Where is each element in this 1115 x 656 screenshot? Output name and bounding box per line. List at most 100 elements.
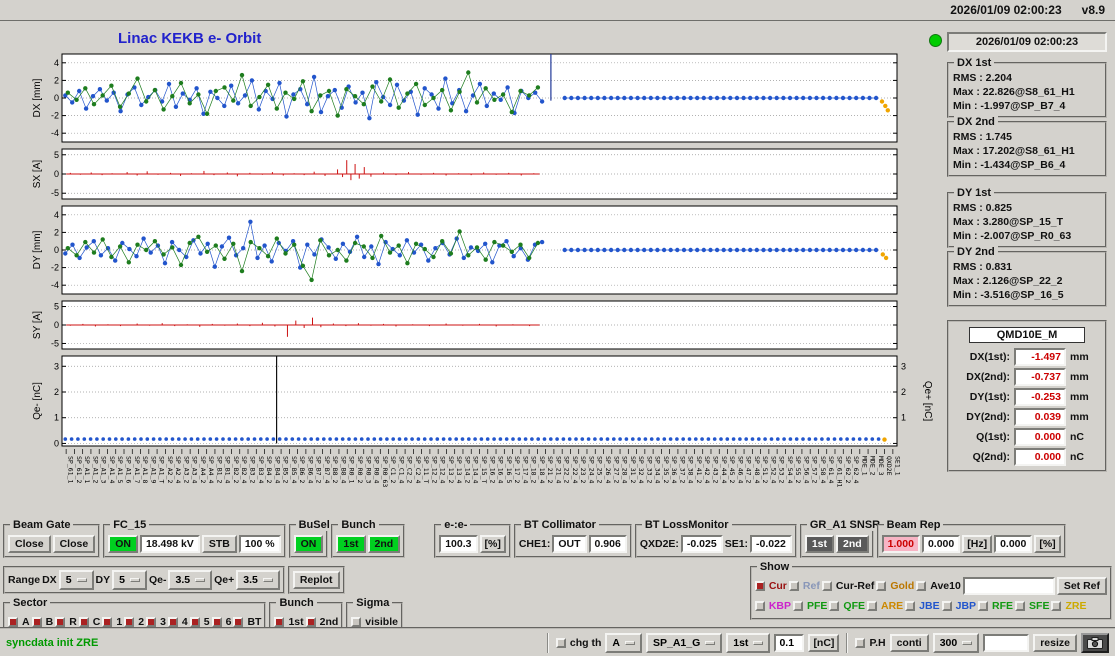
stat-group-dy-1st: DY 1st RMS : 0.825 Max : 3.280@SP_15_T Min … [947,187,1107,248]
monitor-readout-panel: QMD10E_M DX(1st): -1.497 mm DX(2nd): -0.737 m… [947,320,1107,472]
group-title: BT Collimator [520,519,599,531]
svg-text:SP_18_2: SP_18_2 [530,456,538,483]
bunch-1st-button[interactable]: 1st [336,535,366,553]
plot-qe: 3 2 1 0 3 2 1 Qe- [nC] Qe+ [nC] [32,355,933,448]
set-ref-button[interactable]: Set Ref [1056,577,1107,595]
checkbox-indicator [31,617,42,627]
svg-text:SP_B3_2: SP_B3_2 [249,456,257,483]
monitor-row-value: -0.253 [1014,388,1066,406]
threshold-input[interactable] [774,633,805,652]
group-gr-a1-snsr: GR_A1 SNSR 1st 2nd [799,519,884,558]
plot-sx: 5 0 -5 SX [A] [32,148,898,200]
ref-name-input[interactable] [962,577,1055,595]
show-sfe-checkbox[interactable]: SFE [1015,600,1049,612]
status-bar-controls: chg th A SP_A1_G 1st [nC] P.Hconti 300 resize [544,632,1109,653]
svg-text:SP_B2_2: SP_B2_2 [232,456,240,483]
range-label: Range [8,574,41,586]
show-ref-checkbox-label: Ref [802,580,820,592]
show-cur-checkbox[interactable]: Cur [754,580,787,592]
svg-text:SP_22_4: SP_22_4 [571,456,579,483]
show-group-host: Show Cur Ref Cur-Ref Gold Ave10 Set Ref KBP PFE Q… [749,561,1112,620]
group-beam-rep: Beam Rep 1.000 0.000 [Hz] 0.000 [%] [876,519,1066,558]
stat-max: Max : 2.126@SP_22_2 [953,275,1063,287]
version-label: v8.9 [1081,3,1105,17]
svg-text:SP_A1_2: SP_A1_2 [91,456,99,483]
show-zre-checkbox[interactable]: ZRE [1051,600,1086,612]
snsr-2nd-button[interactable]: 2nd [836,535,869,553]
qxd2e-label: QXD2E: [639,538,679,550]
checkbox-indicator [916,581,927,591]
show-jbp-checkbox[interactable]: JBP [941,600,976,612]
che1-state-display: OUT [552,535,587,553]
option-menu-bar-icon [76,578,87,582]
show-ave10-checkbox-label: Ave10 [930,580,961,592]
range-dy-select[interactable]: 5 [112,570,147,590]
snapshot-button[interactable] [1081,632,1109,653]
option-menu-bar-icon [262,578,273,582]
show-qfe-checkbox[interactable]: QFE [829,600,865,612]
svg-text:SP_26_4: SP_26_4 [604,456,612,483]
checkbox-indicator [233,617,244,627]
fc15-stb-button[interactable]: STB [201,535,237,553]
che1-value-display: 0.906 [588,535,627,553]
monitor-row-unit: mm [1070,391,1089,403]
interval-input[interactable] [983,633,1030,652]
show-kbp-checkbox[interactable]: KBP [754,600,791,612]
svg-text:SP_B6_2: SP_B6_2 [298,456,306,483]
svg-text:SP_13_4: SP_13_4 [455,456,463,483]
nc-unit-label: [nC] [808,633,840,652]
svg-text:SP_18_4: SP_18_4 [538,456,546,483]
group-range: Range DX 5 DY 5 Qe- 3.5 Qe+ 3.5 [3,566,285,594]
svg-text:SP_R0_63: SP_R0_63 [381,456,389,487]
stat-min: Min : -3.516@SP_16_5 [953,289,1064,301]
resize-button[interactable]: resize [1033,633,1077,652]
status-led-icon [929,34,942,47]
replot-button[interactable]: Replot [292,571,340,589]
group-title: Bunch [338,519,379,531]
interval-select[interactable]: 300 [932,632,980,653]
svg-text:SP_62_2: SP_62_2 [844,456,852,483]
show-pfe-checkbox[interactable]: PFE [792,600,827,612]
group-title: FC_15 [110,519,150,531]
svg-text:SP_R0_1: SP_R0_1 [348,456,356,483]
beam-gate-close-2-button[interactable]: Close [52,535,96,553]
range-qe-minus-select[interactable]: 3.5 [168,570,213,590]
bpm-select[interactable]: SP_A1_G [645,632,723,653]
bunch-select[interactable]: 1st [726,632,771,653]
group-title: Beam Gate [10,519,74,531]
chg-th-checkbox[interactable]: chg th [555,637,601,649]
monitor-row-unit: nC [1070,431,1084,443]
checkbox-indicator [754,581,765,591]
range-qe-plus-select[interactable]: 3.5 [236,570,280,590]
checkbox-indicator [876,581,887,591]
range-dx-select[interactable]: 5 [58,570,94,590]
show-jbe-checkbox[interactable]: JBE [905,600,940,612]
ph-checkbox[interactable]: P.H [855,637,886,649]
svg-text:SP_A1_9: SP_A1_9 [149,456,157,483]
busel-on-button[interactable]: ON [293,535,324,553]
range-qe-minus-label: Qe- [148,574,167,586]
svg-text:MDE_1: MDE_1 [860,456,868,476]
show-are-checkbox[interactable]: ARE [867,600,903,612]
stat-group-title: DX 1st [954,57,995,69]
fc15-on-button[interactable]: ON [108,535,138,553]
checkbox-indicator [274,617,285,627]
show-rfe-checkbox[interactable]: RFE [978,600,1013,612]
show-ave10-checkbox[interactable]: Ave10 [916,580,961,592]
conti-button[interactable]: conti [889,633,929,652]
snsr-1st-button[interactable]: 1st [804,535,834,553]
checkbox-indicator [941,601,952,611]
show-zre-checkbox-label: ZRE [1065,600,1087,612]
beam-gate-close-1-button[interactable]: Close [8,535,51,553]
show-gold-checkbox[interactable]: Gold [876,580,914,592]
checkbox-indicator [124,617,135,627]
measurement-timestamp: 2026/01/09 02:00:23 [947,32,1107,52]
bunch-2nd-button[interactable]: 2nd [367,535,401,553]
show-sfe-checkbox-label: SFE [1029,600,1050,612]
svg-text:3: 3 [54,361,59,371]
svg-text:SP_A1_3: SP_A1_3 [100,456,108,483]
show-ref-checkbox[interactable]: Ref [788,580,820,592]
monitor-name-select[interactable]: QMD10E_M [969,327,1085,343]
chg-th-sector-select[interactable]: A [605,632,642,653]
show-cur-ref-checkbox[interactable]: Cur-Ref [821,580,874,592]
